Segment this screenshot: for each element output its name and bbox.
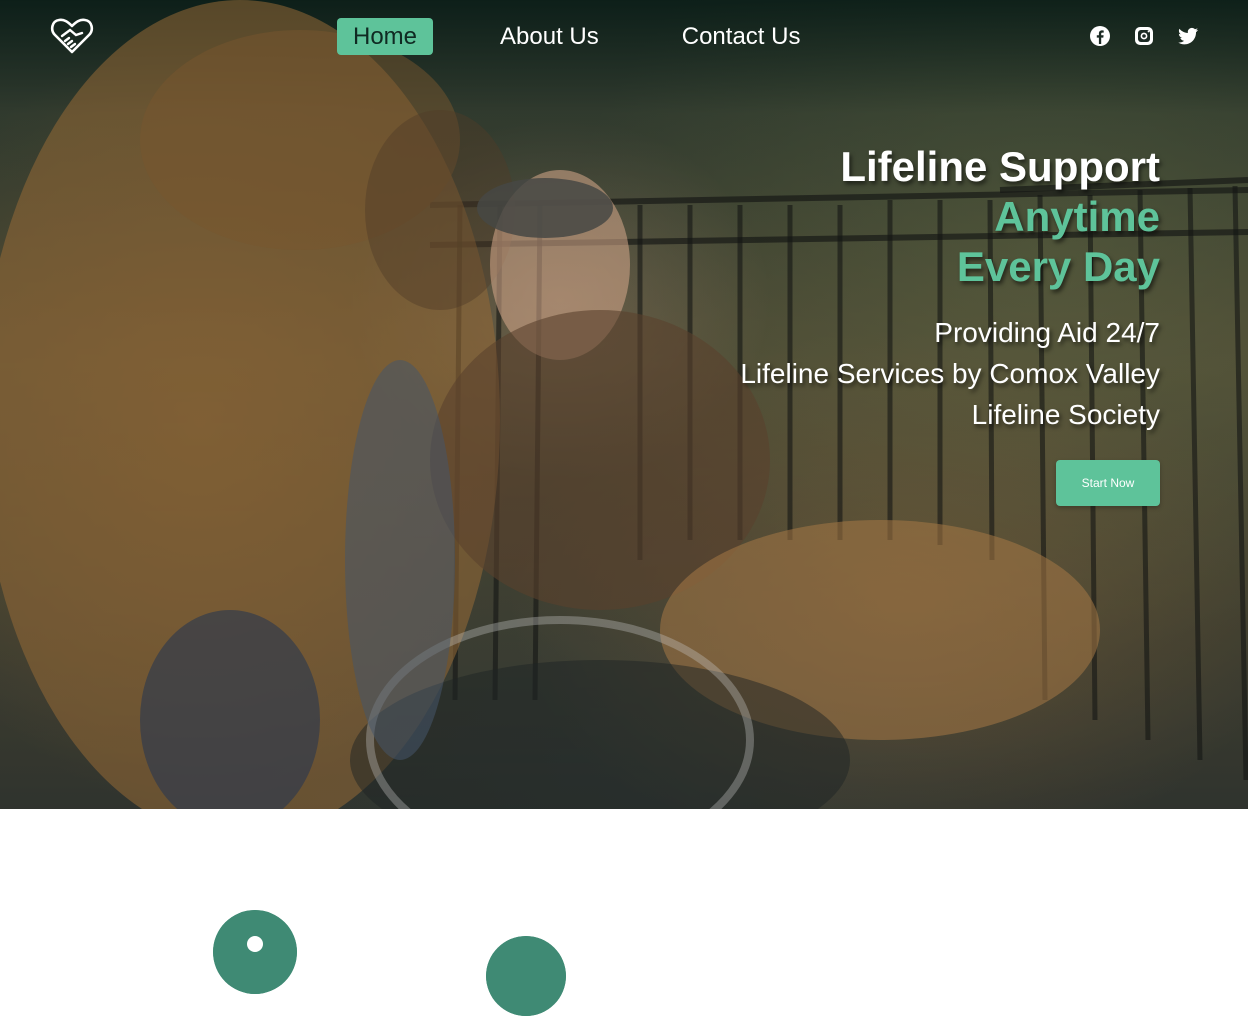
nav-links: Home About Us Contact Us: [337, 18, 867, 55]
twitter-icon[interactable]: [1176, 24, 1200, 48]
hero-subtitle-line-3: Lifeline Society: [971, 399, 1160, 430]
hero-title: Lifeline Support Anytime Every Day: [560, 142, 1160, 292]
hero-subtitle-line-1: Providing Aid 24/7: [934, 317, 1160, 348]
hero-title-accent-anytime: Anytime: [994, 193, 1160, 240]
nav-contact-link[interactable]: Contact Us: [666, 18, 817, 55]
hero-section: Home About Us Contact Us Lifeline Suppor: [0, 0, 1248, 809]
top-navbar: Home About Us Contact Us: [0, 0, 1248, 74]
facebook-icon[interactable]: [1088, 24, 1112, 48]
nav-home-link[interactable]: Home: [337, 18, 434, 55]
hero-title-accent-every-day: Every Day: [956, 243, 1160, 290]
location-pin-icon: [213, 910, 297, 994]
nav-about-link[interactable]: About Us: [484, 18, 615, 55]
hero-subtitle: Providing Aid 24/7 Lifeline Services by …: [560, 312, 1160, 435]
hero-subtitle-line-2: Lifeline Services by Comox Valley: [740, 358, 1160, 389]
feature-circle-icon: [486, 936, 566, 1016]
hero-title-main: Lifeline Support: [840, 143, 1160, 190]
social-links: [1068, 24, 1200, 48]
hero-text: Lifeline Support Anytime Every Day Provi…: [560, 142, 1160, 435]
heart-handshake-icon[interactable]: [50, 16, 94, 56]
features-section: [0, 809, 1248, 1016]
instagram-icon[interactable]: [1132, 24, 1156, 48]
start-now-button[interactable]: Start Now: [1056, 460, 1160, 506]
